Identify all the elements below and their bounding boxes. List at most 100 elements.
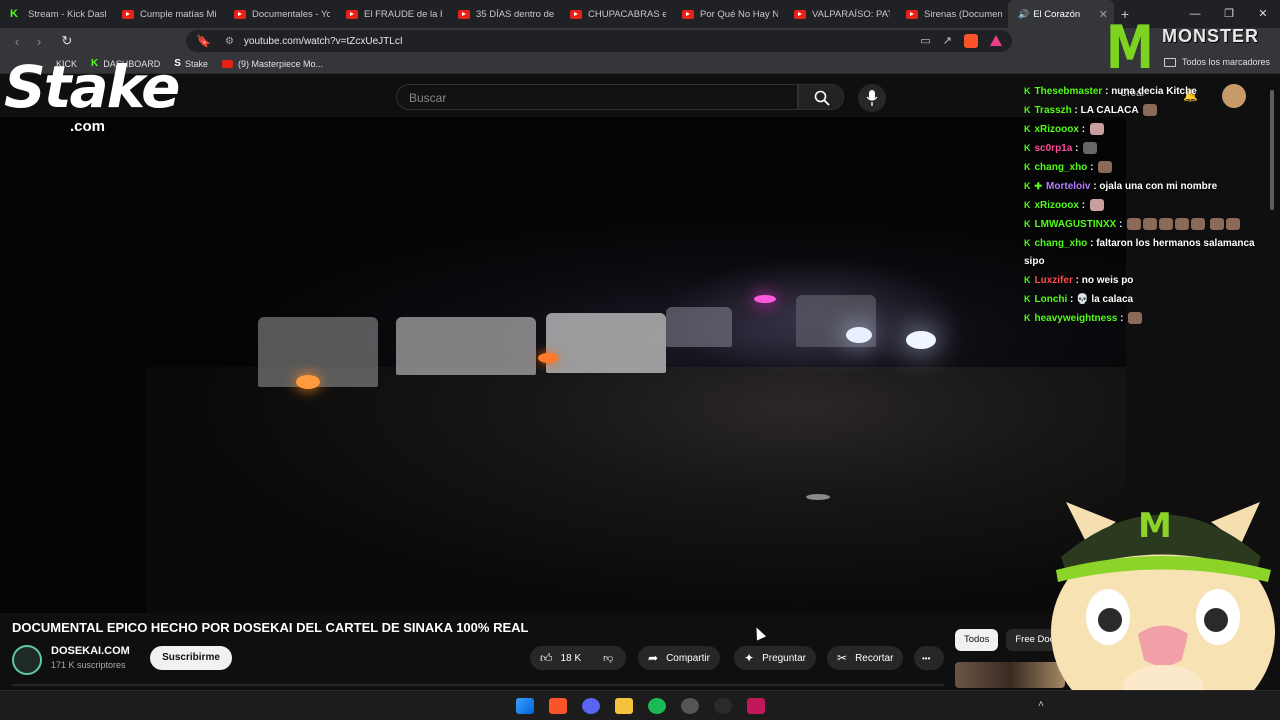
share-label: Compartir	[666, 652, 710, 664]
windows-start-icon[interactable]	[516, 698, 534, 714]
kick-badge-icon: K	[1024, 294, 1031, 304]
video-frame	[146, 117, 1126, 613]
share-button[interactable]: ➦ Compartir	[638, 646, 720, 670]
steam-icon[interactable]	[681, 698, 699, 714]
bookmark-stake[interactable]: S Stake	[174, 58, 208, 69]
tab-chupacabras[interactable]: CHUPACABRAS en	[560, 0, 672, 28]
clip-button[interactable]: ✂ Recortar	[827, 646, 904, 670]
bookmark-icon[interactable]: 🔖	[196, 34, 211, 48]
headlight	[906, 331, 936, 349]
chat-username: LMWAGUSTINXX	[1034, 219, 1117, 230]
channel-name[interactable]: DOSEKAI.COM	[51, 645, 130, 657]
channel-avatar[interactable]	[12, 645, 42, 675]
spotify-icon[interactable]	[648, 698, 666, 714]
kick-badge-icon: K	[1024, 275, 1031, 285]
discord-icon[interactable]	[582, 698, 600, 714]
cat-mascot-overlay: M	[1051, 502, 1275, 720]
chat-username: heavyweightness	[1034, 313, 1118, 324]
tab-stream-kick[interactable]: K Stream - Kick Dash	[0, 0, 112, 28]
scissors-icon: ✂	[837, 651, 848, 665]
tab-documentales[interactable]: Documentales - Yo	[224, 0, 336, 28]
tab-label: El FRAUDE de la FI	[364, 8, 442, 20]
clip-label: Recortar	[855, 652, 894, 664]
tab-fraude[interactable]: El FRAUDE de la FI	[336, 0, 448, 28]
kick-badge-icon: K	[1024, 313, 1031, 323]
bookmark-label: (9) Masterpiece Mo...	[237, 58, 323, 69]
emote-icon	[1098, 161, 1113, 174]
chip-todos[interactable]: Todos	[955, 629, 999, 651]
emote-icon	[1128, 312, 1143, 325]
streaming-app-icon[interactable]	[747, 698, 765, 714]
headlight	[846, 327, 872, 343]
app-icon[interactable]	[714, 698, 732, 714]
more-actions-button[interactable]: •••	[914, 646, 944, 670]
stake-logo-domain: .com	[70, 118, 106, 135]
monster-logo: M MONSTER	[1106, 18, 1278, 84]
chat-username: xRizooox	[1034, 200, 1079, 211]
site-info-icon[interactable]: ⚙	[225, 36, 234, 47]
dislike-icon[interactable]: 👎︎	[603, 652, 613, 664]
chat-message: Kchang_xho :	[1024, 158, 1260, 177]
like-icon[interactable]: 👍︎	[540, 651, 553, 666]
kick-badge-icon: K	[1024, 238, 1031, 248]
youtube-icon	[122, 9, 134, 19]
emote-icon	[1089, 123, 1104, 136]
chat-username: Thesebmaster	[1034, 86, 1103, 97]
subscribe-button[interactable]: Suscribirme	[150, 646, 232, 670]
chat-message: Kheavyweightness :	[1024, 309, 1260, 328]
reload-icon[interactable]: ↻	[56, 33, 78, 49]
youtube-icon	[794, 9, 806, 19]
tab-active-el-corazon[interactable]: 🔊 El Corazón ✕	[1008, 0, 1114, 28]
search-button[interactable]	[798, 84, 844, 110]
chat-username: Lonchi	[1034, 294, 1068, 305]
address-tools: ▭ ↗	[920, 34, 1002, 48]
share-icon[interactable]: ↗	[943, 34, 952, 48]
chat-username: sc0rp1a	[1034, 143, 1073, 154]
brave-browser-icon[interactable]	[549, 698, 567, 714]
chat-username: xRizooox	[1034, 124, 1079, 135]
tray-chevron-icon[interactable]: ˄	[1038, 699, 1044, 710]
address-bar[interactable]: 🔖 ⚙ youtube.com/watch?v=tZcxUeJTLcI ▭ ↗	[186, 30, 1012, 52]
chat-message: K Thesebmaster : nuna decia Kitche	[1024, 86, 1197, 97]
emote-icon	[1191, 218, 1206, 231]
url-text[interactable]: youtube.com/watch?v=tZcxUeJTLcI	[244, 36, 403, 47]
video-player[interactable]	[0, 117, 1126, 613]
chat-message: K Lonchi : 💀 la calaca	[1024, 294, 1134, 305]
tab-label: Documentales - Yo	[252, 8, 330, 20]
like-count[interactable]: 18 K	[561, 653, 582, 664]
browser-tab-strip: K Stream - Kick Dash Cumple matías Mi Doc…	[0, 0, 1280, 28]
tab-35-dias[interactable]: 35 DÍAS dentro de	[448, 0, 560, 28]
tab-cumple[interactable]: Cumple matías Mi	[112, 0, 224, 28]
chat-username: Trasszh	[1034, 105, 1072, 116]
chat-message: KxRizooox :	[1024, 120, 1260, 139]
kick-badge-icon: K	[1024, 162, 1031, 172]
tab-label: Cumple matías Mi	[140, 8, 217, 20]
monster-claw-icon: M	[1106, 13, 1154, 83]
tab-valparaiso[interactable]: VALPARAÍSO: PATR	[784, 0, 896, 28]
ask-button[interactable]: ✦ Preguntar	[734, 646, 816, 670]
voice-search-button[interactable]	[858, 84, 886, 112]
bookmark-masterpiece[interactable]: (9) Masterpiece Mo...	[221, 58, 323, 69]
scrollbar[interactable]	[1270, 90, 1274, 210]
skull-emoji-icon: 💀	[1076, 294, 1089, 305]
youtube-icon	[346, 9, 358, 19]
forward-icon[interactable]: ›	[28, 34, 50, 49]
emote-icon	[1083, 142, 1098, 155]
subscriber-count: 171 K suscriptores	[51, 660, 126, 670]
back-icon[interactable]: ‹	[6, 34, 28, 49]
file-explorer-icon[interactable]	[615, 698, 633, 714]
kick-badge-icon: K	[1024, 143, 1031, 153]
chat-text: no weis po	[1081, 275, 1134, 286]
brave-shields-icon[interactable]	[964, 34, 978, 48]
tab-por-que[interactable]: Por Qué No Hay N	[672, 0, 784, 28]
tab-sirenas[interactable]: Sirenas (Documen	[896, 0, 1008, 28]
search-input[interactable]: Buscar	[396, 84, 798, 110]
youtube-icon	[221, 59, 233, 68]
youtube-icon	[570, 9, 582, 19]
speaker-icon: 🔊	[1018, 8, 1030, 19]
chat-username: chang_xho	[1034, 238, 1088, 249]
bookmarks-bar: KICK K DASHBOARD S Stake (9) Masterpiece M…	[0, 54, 1280, 74]
kick-badge-icon: K	[1024, 181, 1031, 191]
brave-rewards-icon[interactable]	[990, 35, 1002, 46]
cast-icon[interactable]: ▭	[920, 34, 930, 48]
